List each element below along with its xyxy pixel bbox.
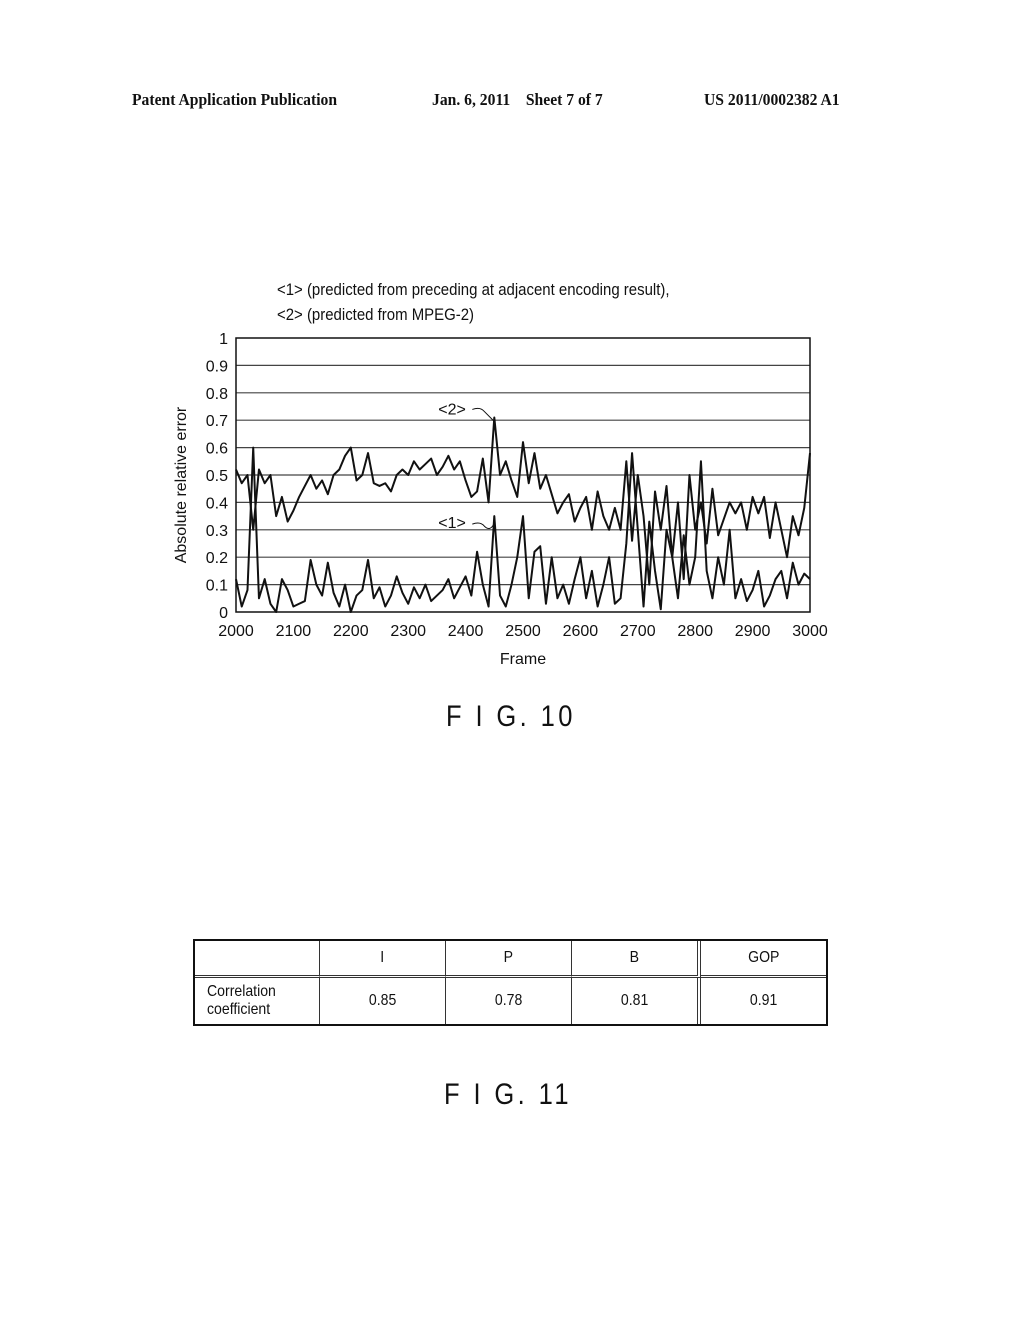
x-tick-label: 2800 [677, 623, 713, 640]
series-layer [235, 416, 811, 613]
table-header-cell: I [320, 941, 446, 978]
annotation-label: <2> [438, 401, 466, 418]
x-tick-label: 2900 [735, 623, 771, 640]
x-tick-label: 2300 [390, 623, 426, 640]
series-line-2 [235, 416, 811, 586]
y-tick-label: 0.5 [206, 468, 228, 485]
table-header-cell: P [446, 941, 572, 978]
table-cell: 0.85 [320, 978, 446, 1024]
x-tick-label: 2000 [218, 623, 254, 640]
y-tick-label: 0.9 [206, 358, 228, 375]
fig10-chart: 0 0.1 0.2 0.3 0.4 0.5 0.6 0.7 0.8 0.9 1 2000 2100 22… [173, 331, 828, 668]
row-label-cell: Correlation coefficient [195, 978, 320, 1024]
y-tick-label: 1 [219, 331, 228, 348]
table-cell: 0.81 [572, 978, 701, 1024]
annotation-leader [472, 522, 495, 529]
y-tick-label: 0 [219, 605, 228, 622]
x-axis-label: Frame [500, 651, 546, 668]
x-tick-label: 2700 [620, 623, 656, 640]
x-tick-label: 3000 [792, 623, 828, 640]
figure-11-label: F I G. 11 [444, 1078, 572, 1111]
table-row: Correlation coefficient 0.85 0.78 0.81 0.… [195, 978, 826, 1024]
x-tick-label: 2500 [505, 623, 541, 640]
y-tick-labels: 0 0.1 0.2 0.3 0.4 0.5 0.6 0.7 0.8 0.9 1 [206, 331, 228, 622]
annotations: <2> <1> [438, 401, 495, 532]
table-cell: 0.78 [446, 978, 572, 1024]
table-header-cell [195, 941, 320, 978]
y-tick-label: 0.7 [206, 413, 228, 430]
y-tick-label: 0.6 [206, 441, 228, 458]
y-tick-label: 0.8 [206, 386, 228, 403]
table-header-row: I P B GOP [195, 941, 826, 978]
figure-10-label: F I G. 10 [446, 700, 576, 733]
y-tick-label: 0.1 [206, 578, 228, 595]
annotation-leader [472, 407, 495, 422]
x-tick-label: 2200 [333, 623, 369, 640]
x-tick-label: 2400 [448, 623, 484, 640]
grid-lines [236, 364, 810, 586]
table-cell: 0.91 [749, 992, 778, 1009]
x-tick-label: 2600 [563, 623, 599, 640]
y-tick-label: 0.4 [206, 495, 228, 512]
table-header-cell: B [572, 941, 701, 978]
x-tick-label: 2100 [276, 623, 312, 640]
annotation-label: <1> [438, 515, 466, 532]
y-tick-label: 0.3 [206, 523, 228, 540]
table-header-cell: GOP [701, 941, 826, 978]
y-axis-label: Absolute relative error [173, 406, 190, 563]
correlation-table: I P B GOP Correlation coefficient 0.85 0.… [193, 939, 828, 1026]
y-tick-label: 0.2 [206, 550, 228, 567]
x-tick-labels: 2000 2100 2200 2300 2400 2500 2600 2700 2800 2900… [218, 623, 828, 640]
